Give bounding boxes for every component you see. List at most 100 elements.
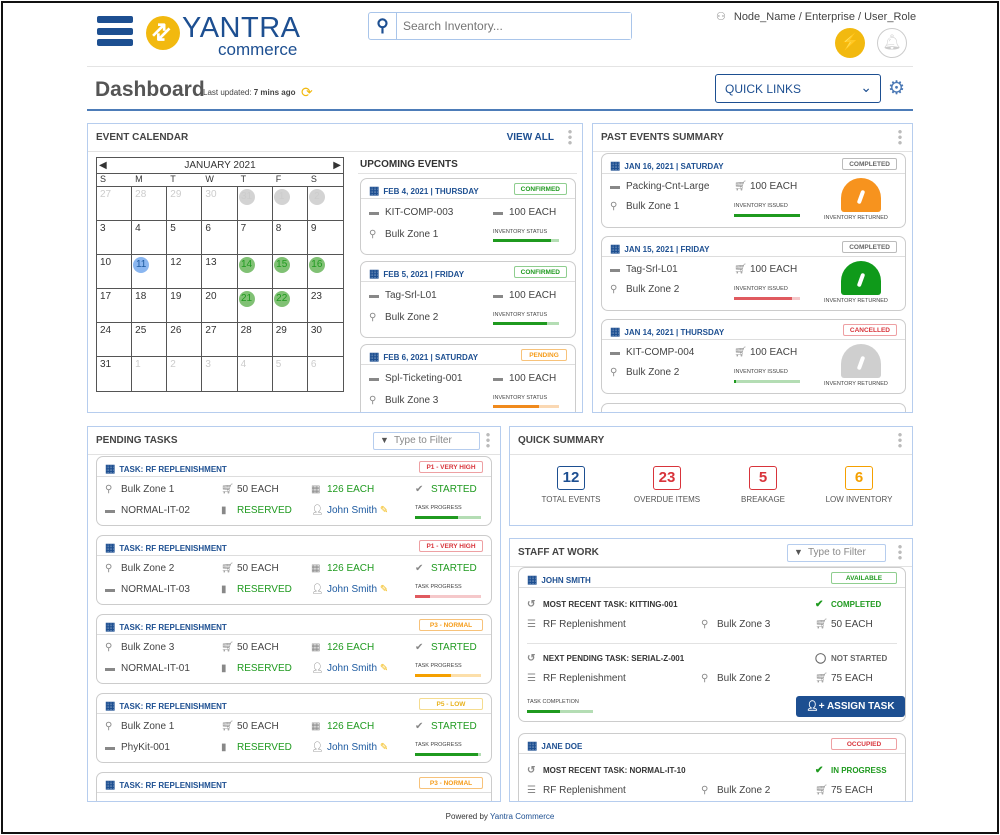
staff-card[interactable]: JOHN SMITH AVAILABLE ↺ MOST RECENT TASK: K… [518,567,906,722]
calendar-day[interactable]: 30 [202,187,238,221]
summary-value[interactable]: 23 [653,466,681,490]
calendar-day[interactable]: 6 [202,221,238,255]
staff-name-text: JOHN SMITH [541,576,591,585]
assign-task-button[interactable]: 👤︎+ ASSIGN TASK [796,696,905,717]
quick-links-dropdown[interactable]: QUICK LINKS ⌄ [715,74,881,103]
upcoming-event-card[interactable]: FEB 5, 2021 | FRIDAY CONFIRMED ▬ Tag-Srl-L… [360,261,576,338]
task-card[interactable]: TASK: RF REPLENISHMENT P3 - NORMAL ⚲ Bulk Z… [96,614,492,684]
more-options-icon[interactable] [898,432,902,448]
calendar-day[interactable]: 28 [237,323,273,357]
task-title-text: TASK: RF REPLENISHMENT [119,623,227,632]
calendar-day[interactable]: 1 [272,187,308,221]
calendar-day[interactable]: 26 [167,323,203,357]
prev-month-icon[interactable]: ◀ [99,158,107,174]
menu-button[interactable] [97,16,133,46]
calendar-day[interactable]: 18 [132,289,168,323]
summary-value[interactable]: 5 [749,466,777,490]
bell-icon[interactable]: 🔔︎ [877,28,907,58]
calendar-day[interactable]: 24 [97,323,133,357]
calendar-day[interactable]: 12 [167,255,203,289]
calendar-day[interactable]: 21 [237,289,273,323]
calendar-day[interactable]: 6 [308,357,343,391]
search-box: ⚲ [368,12,632,40]
event-card-partial[interactable] [601,403,906,412]
gear-icon[interactable]: ⚙ [888,77,905,100]
more-options-icon[interactable] [898,544,902,560]
calendar-day[interactable]: 15 [272,255,308,289]
refresh-icon[interactable]: ⟳ [301,84,313,101]
task-card[interactable]: TASK: RF REPLENISHMENT P1 - VERY HIGH ⚲ Bul… [96,535,492,605]
more-options-icon[interactable] [568,129,572,145]
edit-icon[interactable]: ✎ [380,584,388,595]
summary-value[interactable]: 12 [557,466,585,490]
lightning-icon[interactable]: ⚡ [835,28,865,58]
search-input[interactable] [397,13,631,39]
edit-icon[interactable]: ✎ [380,663,388,674]
calendar-day[interactable]: 13 [202,255,238,289]
past-event-card[interactable]: JAN 14, 2021 | THURSDAY CANCELLED ▬ KIT-CO… [601,319,906,394]
calendar-day[interactable]: 7 [237,221,273,255]
task-assignee[interactable]: 👤︎ John Smith ✎ [311,742,388,753]
day-number: 16 [308,257,325,273]
search-icon[interactable]: ⚲ [369,13,397,39]
calendar-day[interactable]: 19 [167,289,203,323]
calendar-day[interactable]: 4 [132,221,168,255]
past-event-card[interactable]: JAN 15, 2021 | FRIDAY COMPLETED ▬ Tag-Srl-… [601,236,906,311]
more-options-icon[interactable] [486,432,490,448]
calendar-day[interactable]: 31 [97,357,133,391]
summary-label: BREAKAGE [740,495,785,504]
calendar-day[interactable]: 16 [307,255,343,289]
event-item-text: KIT-COMP-004 [626,347,695,358]
task-assignee[interactable]: 👤︎ John Smith ✎ [311,663,388,674]
calendar-day[interactable]: 30 [307,323,343,357]
footer-link[interactable]: Yantra Commerce [490,812,554,821]
staff-filter-input[interactable]: Type to Filter [787,544,886,562]
calendar-day[interactable]: 2 [167,357,203,391]
calendar-day[interactable]: 27 [97,187,133,221]
grid-icon: ▦ [311,642,321,653]
calendar-day[interactable]: 27 [202,323,238,357]
calendar-day[interactable]: 11 [132,255,168,289]
task-assignee[interactable]: 👤︎ John Smith ✎ [311,505,388,516]
task-card[interactable]: TASK: RF REPLENISHMENT P3 - NORMAL [96,772,492,801]
calendar-day[interactable]: 10 [97,255,133,289]
calendar-day[interactable]: 29 [272,323,308,357]
upcoming-event-card[interactable]: FEB 4, 2021 | THURSDAY CONFIRMED ▬ KIT-COM… [360,178,576,255]
past-event-card[interactable]: JAN 16, 2021 | SATURDAY COMPLETED ▬ Packin… [601,153,906,228]
calendar-day[interactable]: 23 [307,289,343,323]
upcoming-event-card[interactable]: FEB 6, 2021 | SATURDAY PENDING ▬ Spl-Ticke… [360,344,576,412]
calendar-day[interactable]: 4 [238,357,273,391]
task-assignee[interactable]: 👤︎ John Smith ✎ [311,584,388,595]
calendar-day[interactable]: 1 [132,357,168,391]
calendar-day[interactable]: 25 [132,323,168,357]
calendar-day[interactable]: 22 [272,289,308,323]
calendar-day[interactable]: 14 [237,255,273,289]
calendar-day[interactable]: 2 [307,187,343,221]
inventory-issued-bar-fill [734,297,793,300]
calendar-day[interactable]: 9 [307,221,343,255]
summary-value[interactable]: 6 [845,466,873,490]
task-filter-input[interactable]: Type to Filter [373,432,480,450]
calendar-day[interactable]: 28 [132,187,168,221]
calendar-day[interactable]: 17 [97,289,133,323]
task-progress-bar [415,753,481,756]
staff-card[interactable]: JANE DOE OCCUPIED ↺ MOST RECENT TASK: NORMA… [518,733,906,801]
calendar-day[interactable]: 5 [273,357,308,391]
view-all-link[interactable]: VIEW ALL [507,132,554,143]
task-card[interactable]: TASK: RF REPLENISHMENT P1 - VERY HIGH ⚲ Bul… [96,456,492,526]
more-options-icon[interactable] [898,129,902,145]
calendar-day[interactable]: 5 [167,221,203,255]
calendar-day[interactable]: 29 [167,187,203,221]
calendar-day[interactable]: 3 [202,357,238,391]
edit-icon[interactable]: ✎ [380,505,388,516]
edit-icon[interactable]: ✎ [380,742,388,753]
user-icon: 👤︎ [311,505,324,516]
calendar-day[interactable]: 3 [97,221,133,255]
next-month-icon[interactable]: ▶ [333,158,341,174]
calendar-day[interactable]: 31 [237,187,273,221]
gauge-icon [841,261,881,295]
calendar-day[interactable]: 8 [272,221,308,255]
event-calendar-panel: EVENT CALENDAR VIEW ALL ◀ JANUARY 2021 ▶ S… [87,123,583,413]
task-card[interactable]: TASK: RF REPLENISHMENT P5 - LOW ⚲ Bulk Zone… [96,693,492,763]
calendar-day[interactable]: 20 [202,289,238,323]
